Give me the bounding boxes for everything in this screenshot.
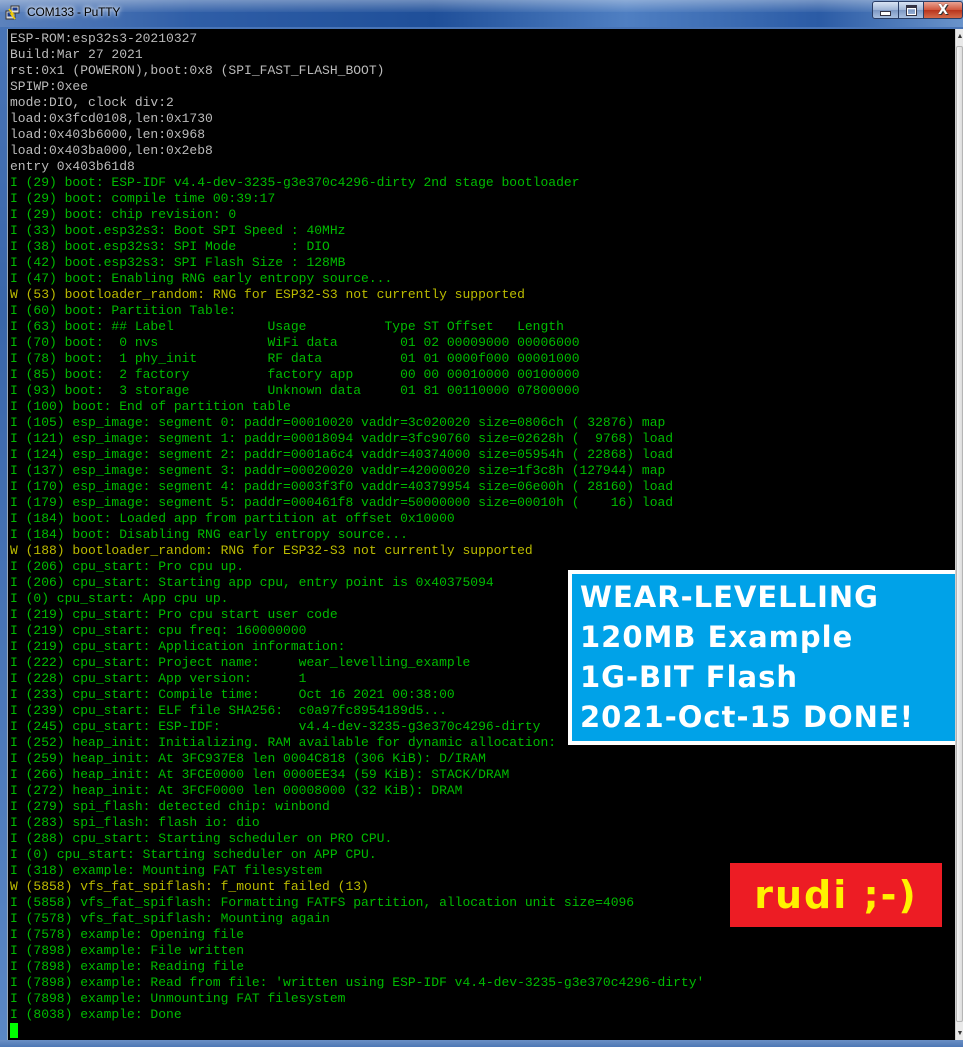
putty-icon[interactable] bbox=[5, 5, 21, 21]
terminal-line: I (259) heap_init: At 3FC937E8 len 0004C… bbox=[10, 751, 486, 766]
terminal-line: I (124) esp_image: segment 2: paddr=0001… bbox=[10, 447, 674, 462]
minimize-icon bbox=[880, 10, 891, 16]
terminal-line: I (279) spi_flash: detected chip: winbon… bbox=[10, 799, 330, 814]
annotation-banner-body: WEAR-LEVELLING 120MB Example 1G-BIT Flas… bbox=[572, 574, 956, 741]
banner-line: 2021-Oct-15 DONE! bbox=[580, 700, 914, 734]
close-icon: X bbox=[937, 2, 949, 18]
terminal-line: SPIWP:0xee bbox=[10, 79, 89, 94]
terminal-line: I (60) boot: Partition Table: bbox=[10, 303, 237, 318]
banner-line: 120MB Example bbox=[580, 620, 854, 654]
terminal-line: I (121) esp_image: segment 1: paddr=0001… bbox=[10, 431, 674, 446]
annotation-banner: WEAR-LEVELLING 120MB Example 1G-BIT Flas… bbox=[568, 570, 956, 745]
terminal-line: I (85) boot: 2 factory factory app 00 00… bbox=[10, 367, 580, 382]
terminal-line: Build:Mar 27 2021 bbox=[10, 47, 143, 62]
terminal-line: I (7898) example: Reading file bbox=[10, 959, 245, 974]
terminal-line: I (7578) example: Opening file bbox=[10, 927, 245, 942]
terminal-line: I (70) boot: 0 nvs WiFi data 01 02 00009… bbox=[10, 335, 580, 350]
terminal-line: I (42) boot.esp32s3: SPI Flash Size : 12… bbox=[10, 255, 346, 270]
terminal-line: I (47) boot: Enabling RNG early entropy … bbox=[10, 271, 393, 286]
terminal-output: ESP-ROM:esp32s3-20210327 Build:Mar 27 202… bbox=[10, 31, 704, 1039]
signature-badge: rudi ;-) bbox=[730, 863, 942, 927]
terminal-line: I (288) cpu_start: Starting scheduler on… bbox=[10, 831, 393, 846]
terminal-prompt-line bbox=[10, 1023, 704, 1039]
vertical-scrollbar[interactable]: ▲ ▼ bbox=[955, 29, 963, 1040]
terminal-line: W (188) bootloader_random: RNG for ESP32… bbox=[10, 543, 533, 558]
terminal-line: W (5858) vfs_fat_spiflash: f_mount faile… bbox=[10, 879, 369, 894]
terminal-line: I (78) boot: 1 phy_init RF data 01 01 00… bbox=[10, 351, 580, 366]
terminal-line: I (266) heap_init: At 3FCE0000 len 0000E… bbox=[10, 767, 510, 782]
terminal-line: I (179) esp_image: segment 5: paddr=0004… bbox=[10, 495, 674, 510]
terminal-line: I (7898) example: File written bbox=[10, 943, 245, 958]
terminal-line: I (184) boot: Disabling RNG early entrop… bbox=[10, 527, 408, 542]
terminal-line: I (29) boot: ESP-IDF v4.4-dev-3235-g3e37… bbox=[10, 175, 580, 190]
minimize-button[interactable] bbox=[872, 1, 899, 19]
terminal-line: W (53) bootloader_random: RNG for ESP32-… bbox=[10, 287, 525, 302]
block-cursor-icon bbox=[10, 1023, 18, 1038]
title-bar-glow bbox=[0, 0, 963, 12]
terminal-line: I (29) boot: chip revision: 0 bbox=[10, 207, 237, 222]
title-bar[interactable]: COM133 - PuTTY X bbox=[0, 0, 963, 27]
banner-line: WEAR-LEVELLING bbox=[580, 580, 879, 614]
terminal-line: I (318) example: Mounting FAT filesystem bbox=[10, 863, 323, 878]
terminal-line: mode:DIO, clock div:2 bbox=[10, 95, 174, 110]
putty-window: COM133 - PuTTY X ESP-ROM:esp32s3-2021032… bbox=[0, 0, 963, 1047]
terminal-line: I (7578) vfs_fat_spiflash: Mounting agai… bbox=[10, 911, 330, 926]
window-bottom-border bbox=[0, 1040, 963, 1047]
terminal-line: I (63) boot: ## Label Usage Type ST Offs… bbox=[10, 319, 564, 334]
terminal-line: I (272) heap_init: At 3FCF0000 len 00008… bbox=[10, 783, 463, 798]
terminal-line: I (0) cpu_start: Starting scheduler on A… bbox=[10, 847, 377, 862]
scrollbar-thumb[interactable] bbox=[956, 46, 963, 1022]
maximize-icon bbox=[905, 4, 917, 16]
banner-line: 1G-BIT Flash bbox=[580, 660, 799, 694]
terminal-line: I (93) boot: 3 storage Unknown data 01 8… bbox=[10, 383, 580, 398]
terminal-line: I (5858) vfs_fat_spiflash: Formatting FA… bbox=[10, 895, 635, 910]
terminal-line: I (184) boot: Loaded app from partition … bbox=[10, 511, 455, 526]
terminal-line: I (38) boot.esp32s3: SPI Mode : DIO bbox=[10, 239, 330, 254]
signature-text: rudi ;-) bbox=[754, 873, 918, 917]
terminal-line: I (105) esp_image: segment 0: paddr=0001… bbox=[10, 415, 666, 430]
terminal-line: rst:0x1 (POWERON),boot:0x8 (SPI_FAST_FLA… bbox=[10, 63, 385, 78]
terminal-line: I (29) boot: compile time 00:39:17 bbox=[10, 191, 276, 206]
terminal-line: ESP-ROM:esp32s3-20210327 bbox=[10, 31, 198, 46]
terminal-line: I (7898) example: Unmounting FAT filesys… bbox=[10, 991, 346, 1006]
terminal-line: load:0x403b6000,len:0x968 bbox=[10, 127, 206, 142]
terminal-line: I (7898) example: Read from file: 'writt… bbox=[10, 975, 705, 990]
terminal-line: I (283) spi_flash: flash io: dio bbox=[10, 815, 260, 830]
terminal-line: I (170) esp_image: segment 4: paddr=0003… bbox=[10, 479, 674, 494]
terminal-line: load:0x403ba000,len:0x2eb8 bbox=[10, 143, 213, 158]
scroll-down-arrow-icon[interactable]: ▼ bbox=[956, 1026, 963, 1040]
terminal-line: entry 0x403b61d8 bbox=[10, 159, 135, 174]
scroll-up-arrow-icon[interactable]: ▲ bbox=[956, 29, 963, 43]
terminal-line: I (8038) example: Done bbox=[10, 1007, 182, 1022]
maximize-button[interactable] bbox=[898, 1, 924, 19]
terminal-line: I (137) esp_image: segment 3: paddr=0002… bbox=[10, 463, 666, 478]
terminal-line: I (33) boot.esp32s3: Boot SPI Speed : 40… bbox=[10, 223, 346, 238]
close-button[interactable]: X bbox=[923, 1, 963, 19]
window-title: COM133 - PuTTY bbox=[27, 5, 121, 19]
terminal-line: load:0x3fcd0108,len:0x1730 bbox=[10, 111, 213, 126]
terminal-line: I (100) boot: End of partition table bbox=[10, 399, 291, 414]
